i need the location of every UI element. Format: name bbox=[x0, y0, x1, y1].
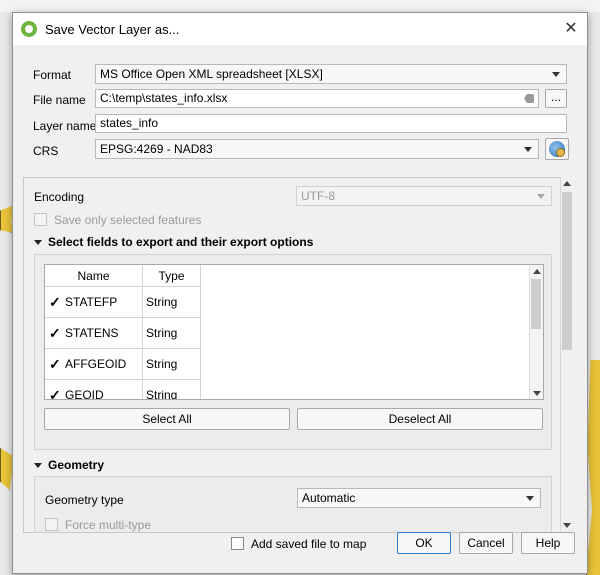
table-row[interactable]: ✓ STATEFP bbox=[45, 287, 143, 318]
field-type: String bbox=[143, 318, 201, 349]
fields-table: Name Type ✓ STATEFP String ✓ STATENS Str… bbox=[44, 264, 544, 400]
field-name: AFFGEOID bbox=[65, 357, 127, 371]
globe-icon bbox=[549, 141, 565, 157]
layername-input[interactable]: states_info bbox=[95, 114, 567, 133]
chevron-down-icon bbox=[552, 72, 560, 77]
chevron-down-icon bbox=[526, 496, 534, 501]
scroll-down-icon[interactable] bbox=[533, 391, 541, 396]
scroll-up-icon[interactable] bbox=[533, 269, 541, 274]
save-selected-checkbox[interactable] bbox=[34, 213, 47, 226]
collapse-arrow-icon[interactable] bbox=[34, 463, 42, 468]
field-checkbox[interactable]: ✓ bbox=[49, 326, 62, 340]
table-scrollbar[interactable] bbox=[529, 265, 543, 399]
filename-label: File name bbox=[33, 93, 86, 107]
column-header-name[interactable]: Name bbox=[45, 265, 143, 287]
add-saved-file-checkbox[interactable] bbox=[231, 537, 244, 550]
field-type: String bbox=[143, 287, 201, 318]
crs-selector-button[interactable] bbox=[545, 138, 569, 160]
field-type: String bbox=[143, 349, 201, 380]
table-row[interactable]: ✓ GEOID bbox=[45, 380, 143, 400]
select-all-button[interactable]: Select All bbox=[44, 408, 290, 430]
field-checkbox[interactable]: ✓ bbox=[49, 295, 62, 309]
title-bar: Save Vector Layer as... ✕ bbox=[13, 13, 587, 45]
geometry-type-value: Automatic bbox=[302, 491, 356, 505]
filename-input[interactable]: C:\temp\states_info.xlsx bbox=[95, 89, 539, 108]
help-button[interactable]: Help bbox=[521, 532, 575, 554]
format-label: Format bbox=[33, 68, 72, 82]
layername-value: states_info bbox=[100, 116, 159, 130]
dialog-title: Save Vector Layer as... bbox=[45, 22, 180, 37]
geometry-groupbox: Geometry type Automatic Force multi-type bbox=[34, 476, 552, 532]
layername-label: Layer name bbox=[33, 119, 97, 133]
encoding-select[interactable]: UTF-8 bbox=[296, 186, 552, 206]
force-multi-label: Force multi-type bbox=[65, 518, 152, 532]
fields-section-title: Select fields to export and their export… bbox=[48, 235, 314, 249]
field-name: STATENS bbox=[65, 326, 119, 340]
options-scrollbar[interactable] bbox=[560, 177, 573, 533]
filename-value: C:\temp\states_info.xlsx bbox=[100, 91, 228, 105]
chevron-down-icon bbox=[537, 194, 545, 199]
crs-value: EPSG:4269 - NAD83 bbox=[100, 142, 213, 156]
options-scroll-area: Encoding UTF-8 Save only selected featur… bbox=[23, 177, 571, 533]
crs-select[interactable]: EPSG:4269 - NAD83 bbox=[95, 139, 539, 159]
fields-groupbox: Name Type ✓ STATEFP String ✓ STATENS Str… bbox=[34, 254, 552, 450]
field-type: String bbox=[143, 380, 201, 399]
crs-label: CRS bbox=[33, 144, 59, 158]
format-select[interactable]: MS Office Open XML spreadsheet [XLSX] bbox=[95, 64, 567, 84]
cancel-button[interactable]: Cancel bbox=[459, 532, 513, 554]
browse-button[interactable]: ... bbox=[545, 89, 567, 108]
save-vector-layer-dialog: Save Vector Layer as... ✕ Format MS Offi… bbox=[12, 12, 588, 574]
close-icon[interactable]: ✕ bbox=[561, 19, 581, 39]
chevron-down-icon bbox=[524, 147, 532, 152]
format-value: MS Office Open XML spreadsheet [XLSX] bbox=[100, 67, 323, 81]
geometry-type-select[interactable]: Automatic bbox=[297, 488, 541, 508]
field-name: STATEFP bbox=[65, 295, 118, 309]
geometry-section-title: Geometry bbox=[48, 458, 105, 472]
table-row[interactable]: ✓ STATENS bbox=[45, 318, 143, 349]
encoding-label: Encoding bbox=[34, 190, 85, 204]
table-scroll-thumb[interactable] bbox=[531, 279, 541, 329]
table-row[interactable]: ✓ AFFGEOID bbox=[45, 349, 143, 380]
scroll-up-icon[interactable] bbox=[563, 181, 571, 186]
encoding-value: UTF-8 bbox=[301, 189, 335, 203]
clear-icon[interactable] bbox=[524, 94, 534, 103]
field-checkbox[interactable]: ✓ bbox=[49, 357, 62, 371]
collapse-arrow-icon[interactable] bbox=[34, 240, 42, 245]
background-app-strip bbox=[0, 0, 600, 12]
field-checkbox[interactable]: ✓ bbox=[49, 388, 62, 399]
scroll-down-icon[interactable] bbox=[563, 523, 571, 528]
ok-button[interactable]: OK bbox=[397, 532, 451, 554]
field-name: GEOID bbox=[65, 388, 104, 400]
add-saved-file-label: Add saved file to map bbox=[251, 537, 367, 551]
save-selected-label: Save only selected features bbox=[54, 213, 202, 227]
map-feature-right bbox=[586, 360, 600, 575]
qgis-logo-icon bbox=[21, 21, 37, 37]
options-scroll-thumb[interactable] bbox=[562, 192, 572, 350]
deselect-all-button[interactable]: Deselect All bbox=[297, 408, 543, 430]
column-header-type[interactable]: Type bbox=[143, 265, 201, 287]
force-multi-checkbox[interactable] bbox=[45, 518, 58, 531]
geometry-type-label: Geometry type bbox=[45, 493, 124, 507]
